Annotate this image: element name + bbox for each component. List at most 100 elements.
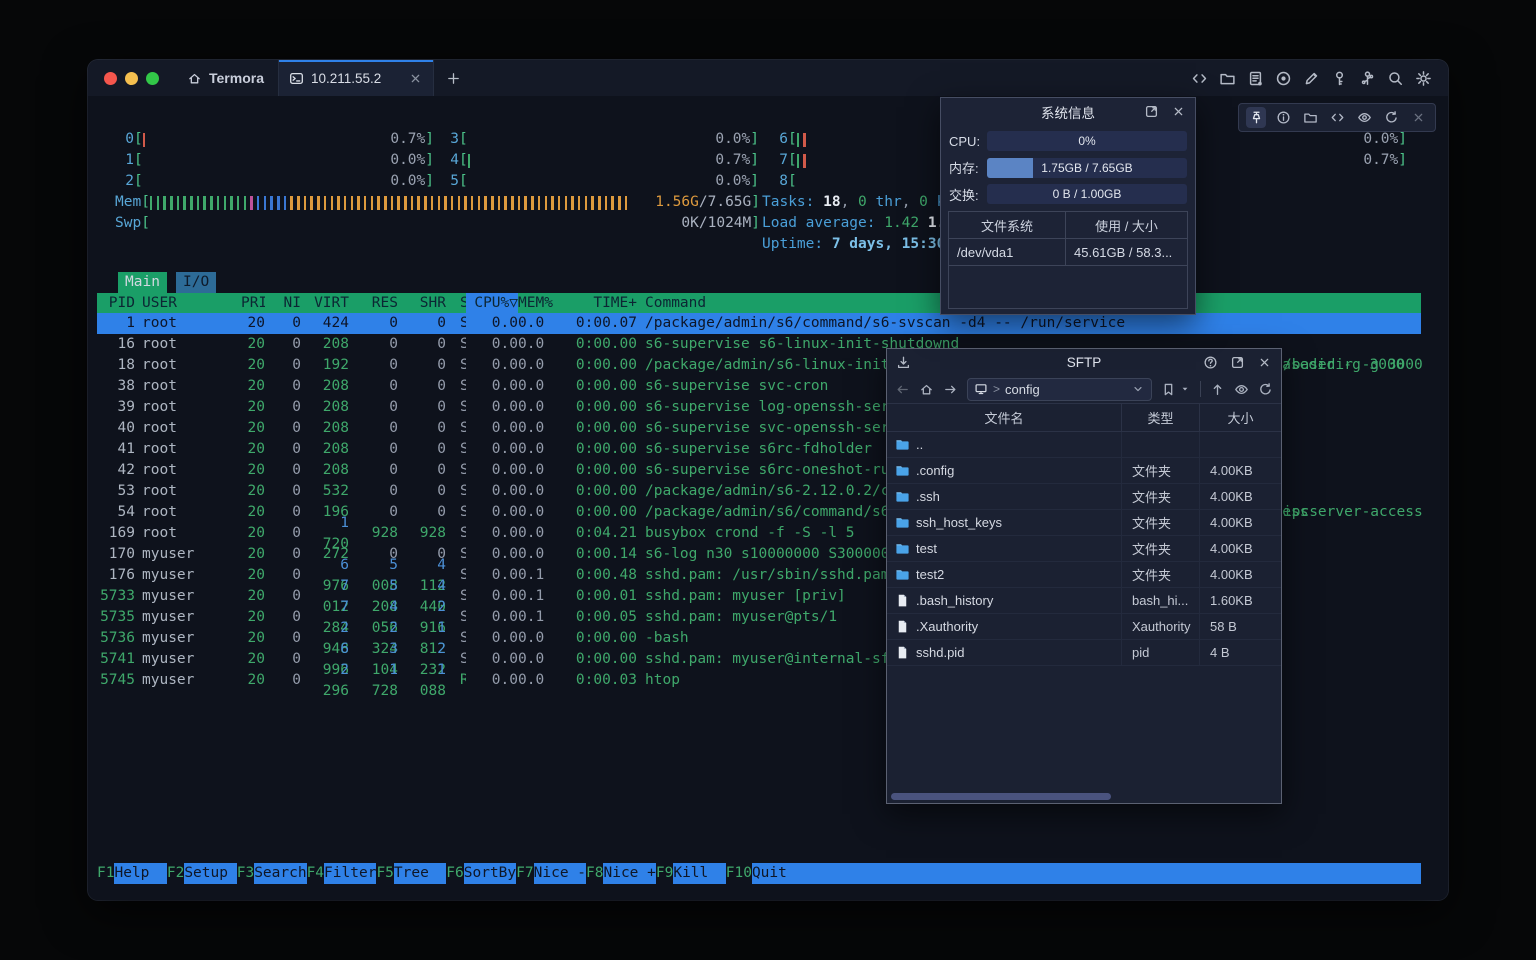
cell-state: S bbox=[446, 565, 466, 586]
search-icon[interactable] bbox=[1387, 70, 1404, 87]
tab-close-icon[interactable] bbox=[408, 71, 423, 86]
col-time[interactable]: TIME+ bbox=[565, 293, 637, 314]
close-icon[interactable] bbox=[1171, 104, 1186, 119]
file-name: ssh_host_keys bbox=[887, 510, 1121, 535]
pin-icon[interactable] bbox=[1246, 107, 1266, 128]
cell-cpu: 0.0 bbox=[466, 376, 518, 397]
cell-time: 0:00.00 bbox=[565, 397, 637, 418]
terminal-icon bbox=[289, 71, 304, 86]
window-zoom-button[interactable] bbox=[146, 72, 159, 85]
file-row[interactable]: ssh_host_keys文件夹4.00KB bbox=[887, 510, 1281, 536]
file-row[interactable]: .ssh文件夹4.00KB bbox=[887, 484, 1281, 510]
cell-virt: 208 bbox=[301, 439, 349, 460]
file-row[interactable]: sshd.pidpid4 B bbox=[887, 640, 1281, 666]
back-button[interactable] bbox=[895, 382, 910, 397]
open-in-new-icon[interactable] bbox=[1230, 355, 1245, 370]
close-icon[interactable] bbox=[1408, 107, 1428, 128]
window-minimize-button[interactable] bbox=[125, 72, 138, 85]
fkey-f4-filter[interactable]: Filter bbox=[324, 863, 376, 884]
refresh-icon[interactable] bbox=[1381, 107, 1401, 128]
new-tab-button[interactable] bbox=[434, 60, 473, 96]
close-icon[interactable] bbox=[1257, 355, 1272, 370]
file-row[interactable]: .. bbox=[887, 432, 1281, 458]
cell-res: 0 bbox=[349, 355, 398, 376]
gpu-monitor-icon[interactable] bbox=[1354, 107, 1374, 128]
cell-mem: 0.0 bbox=[518, 544, 565, 565]
htop-function-bar: F1Help F2Setup F3SearchF4FilterF5Tree F6… bbox=[97, 862, 1421, 884]
col-user[interactable]: USER bbox=[135, 293, 241, 314]
show-hidden-files-icon[interactable] bbox=[1234, 382, 1249, 397]
folder-icon[interactable] bbox=[1219, 70, 1236, 87]
settings-icon[interactable] bbox=[1415, 70, 1432, 87]
file-row[interactable]: test文件夹4.00KB bbox=[887, 536, 1281, 562]
col-shr[interactable]: SHR bbox=[398, 293, 446, 314]
tab-active-host[interactable]: 10.211.55.2 bbox=[278, 60, 434, 96]
cell-pri: 20 bbox=[241, 670, 265, 691]
fkey-f3-search[interactable]: Search bbox=[254, 863, 306, 884]
fkey-f5-tree[interactable]: Tree bbox=[394, 863, 446, 884]
info-icon[interactable] bbox=[1273, 107, 1293, 128]
forward-button[interactable] bbox=[943, 382, 958, 397]
fkey-f7-nice -[interactable]: Nice - bbox=[534, 863, 586, 884]
col-pid[interactable]: PID bbox=[97, 293, 135, 314]
col-cpu[interactable]: CPU%▽ bbox=[466, 293, 518, 314]
col-virt[interactable]: VIRT bbox=[301, 293, 349, 314]
cell-pid: 39 bbox=[97, 397, 135, 418]
chevron-down-icon[interactable] bbox=[1131, 382, 1145, 396]
process-row[interactable]: 1root20042400S0.00.00:00.07/package/admi… bbox=[97, 313, 1421, 334]
file-size: 4.00KB bbox=[1199, 484, 1281, 509]
fkey-f1-help[interactable]: Help bbox=[114, 863, 166, 884]
fkey-f2-setup[interactable]: Setup bbox=[184, 863, 236, 884]
file-name: .config bbox=[887, 458, 1121, 483]
cell-mem: 0.0 bbox=[518, 481, 565, 502]
code-icon[interactable] bbox=[1191, 70, 1208, 87]
col-pri[interactable]: PRI bbox=[241, 293, 265, 314]
col-ni[interactable]: NI bbox=[265, 293, 301, 314]
cell-cpu: 0.0 bbox=[466, 355, 518, 376]
refresh-icon[interactable] bbox=[1258, 382, 1273, 397]
edit-icon[interactable] bbox=[1303, 70, 1320, 87]
fkey-f8-nice +[interactable]: Nice + bbox=[603, 863, 655, 884]
file-row[interactable]: .XauthorityXauthority58 B bbox=[887, 614, 1281, 640]
file-row[interactable]: test2文件夹4.00KB bbox=[887, 562, 1281, 588]
record-icon[interactable] bbox=[1275, 70, 1292, 87]
tab-termora[interactable]: Termora bbox=[173, 60, 278, 96]
cell-cpu: 0.0 bbox=[466, 544, 518, 565]
memory-meter: Mem[1.56G/7.65G] bbox=[115, 192, 760, 213]
home-icon bbox=[187, 71, 202, 86]
open-in-new-icon[interactable] bbox=[1144, 104, 1159, 119]
horizontal-scrollbar[interactable] bbox=[891, 793, 1111, 800]
file-row[interactable]: .config文件夹4.00KB bbox=[887, 458, 1281, 484]
parent-directory-button[interactable] bbox=[1210, 382, 1225, 397]
code-icon[interactable] bbox=[1327, 107, 1347, 128]
cell-cpu: 0.0 bbox=[466, 565, 518, 586]
col-s[interactable]: S bbox=[446, 293, 466, 314]
window-close-button[interactable] bbox=[104, 72, 117, 85]
htop-tab-main[interactable]: Main bbox=[118, 272, 167, 293]
bookmark-caret-icon[interactable] bbox=[1179, 383, 1191, 395]
download-icon[interactable] bbox=[896, 349, 911, 375]
col-mem[interactable]: MEM% bbox=[518, 293, 565, 314]
home-button[interactable] bbox=[919, 382, 934, 397]
help-icon[interactable] bbox=[1203, 355, 1218, 370]
path-breadcrumb[interactable]: > config bbox=[967, 378, 1152, 401]
toolbar-divider bbox=[1200, 381, 1201, 397]
fkey-f6-sortby[interactable]: SortBy bbox=[464, 863, 516, 884]
key-icon[interactable] bbox=[1331, 70, 1348, 87]
file-name: test bbox=[887, 536, 1121, 561]
file-size bbox=[1199, 432, 1281, 457]
file-name: sshd.pid bbox=[887, 640, 1121, 665]
keychain-icon[interactable] bbox=[1359, 70, 1376, 87]
bookmark-icon[interactable] bbox=[1161, 382, 1176, 397]
fkey-f10-quit[interactable]: Quit bbox=[752, 863, 1421, 884]
log-icon[interactable] bbox=[1247, 70, 1264, 87]
filesystem-row[interactable]: /dev/vda145.61GB / 58.3... bbox=[949, 239, 1187, 266]
htop-tab-io[interactable]: I/O bbox=[176, 272, 216, 293]
folder-icon[interactable] bbox=[1300, 107, 1320, 128]
cell-mem: 0.0 bbox=[518, 418, 565, 439]
col-res[interactable]: RES bbox=[349, 293, 398, 314]
file-row[interactable]: .bash_historybash_hi...1.60KB bbox=[887, 588, 1281, 614]
fkey-f9-kill[interactable]: Kill bbox=[673, 863, 725, 884]
fkey-f9: F9 bbox=[656, 863, 673, 884]
fkey-f7: F7 bbox=[516, 863, 533, 884]
